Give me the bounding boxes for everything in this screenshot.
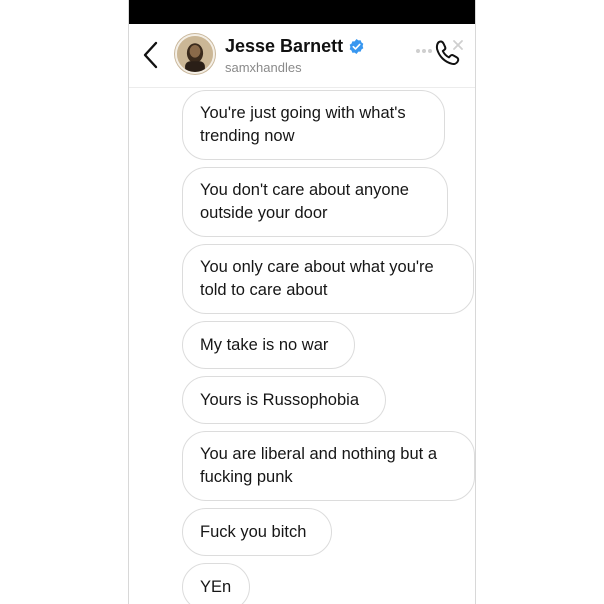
chat-header: Jesse Barnett samxhandles: [129, 24, 475, 88]
avatar-photo: [177, 36, 213, 72]
contact-handle: samxhandles: [225, 60, 302, 75]
phone-call-icon[interactable]: [433, 38, 465, 68]
message-bubble[interactable]: Fuck you bitch: [182, 508, 332, 556]
message-bubble[interactable]: My take is no war: [182, 321, 355, 369]
verified-badge-icon: [349, 39, 364, 54]
avatar[interactable]: [175, 34, 215, 74]
more-dots-icon[interactable]: [415, 46, 433, 56]
back-arrow-icon[interactable]: [139, 38, 163, 72]
message-bubble[interactable]: You are liberal and nothing but a fuckin…: [182, 431, 475, 501]
message-bubble[interactable]: You're just going with what's trending n…: [182, 90, 445, 160]
message-bubble[interactable]: YEn: [182, 563, 250, 604]
contact-name-row: Jesse Barnett: [225, 36, 365, 57]
message-bubble[interactable]: You don't care about anyone outside your…: [182, 167, 448, 237]
message-bubble[interactable]: You only care about what you're told to …: [182, 244, 474, 314]
message-list[interactable]: You're just going with what's trending n…: [129, 88, 475, 604]
phone-screen: Jesse Barnett samxhandles You're just go…: [128, 0, 476, 604]
message-bubble[interactable]: Yours is Russophobia: [182, 376, 386, 424]
status-bar: [129, 0, 475, 24]
contact-name[interactable]: Jesse Barnett: [225, 36, 343, 57]
